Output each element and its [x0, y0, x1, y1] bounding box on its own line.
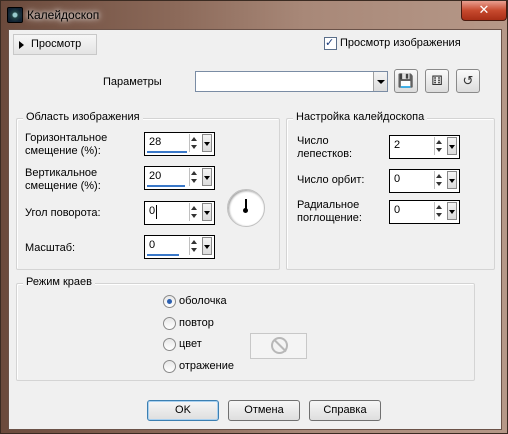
h-offset-value: 28 [149, 136, 162, 148]
preview-toggle-label: Просмотр [31, 38, 82, 50]
rotation-label: Угол поворота: [25, 207, 101, 219]
cancel-button[interactable]: Отмена [228, 400, 300, 421]
edge-label-shell: оболочка [179, 295, 227, 307]
petals-label-line2: лепестков: [297, 148, 353, 160]
scale-value: 0 [149, 239, 156, 251]
image-area-title: Область изображения [23, 111, 143, 123]
rotation-dial[interactable] [227, 189, 265, 227]
radial-value: 0 [394, 204, 401, 216]
radial-label: Радиальное [297, 199, 360, 211]
h-offset-bar [147, 151, 187, 153]
scale-label: Масштаб: [25, 242, 76, 254]
title-bar: Калейдоскоп ✕ [1, 1, 507, 29]
app-icon [7, 7, 23, 23]
dial-center [243, 208, 248, 213]
reset-preset-button[interactable]: ↺ [456, 69, 480, 93]
floppy-disk-icon: 💾 [397, 73, 415, 88]
scale-bar [147, 254, 179, 256]
disabled-icon [271, 337, 288, 354]
dialog-client-area: Просмотр Просмотр изображения Параметры … [8, 29, 502, 430]
edge-radio-repeat[interactable] [163, 317, 176, 330]
v-offset-spinner[interactable]: 20 [144, 166, 215, 190]
edge-color-swatch[interactable] [250, 333, 307, 359]
edge-label-reflect: отражение [179, 360, 234, 372]
h-offset-label-line2: смещение (%): [25, 145, 101, 157]
v-offset-up-down[interactable] [189, 168, 200, 186]
window-title: Калейдоскоп [27, 8, 100, 22]
reset-icon: ↺ [462, 73, 474, 88]
scale-up-down[interactable] [189, 237, 200, 255]
presets-dropdown-arrow-icon[interactable] [373, 72, 387, 91]
orbits-up-down[interactable] [434, 171, 445, 189]
preview-image-label: Просмотр изображения [340, 37, 461, 49]
edge-label-color: цвет [179, 338, 202, 350]
close-button[interactable]: ✕ [461, 1, 507, 21]
orbits-spinner[interactable]: 0 [389, 169, 460, 193]
rotation-dropdown-icon[interactable] [202, 203, 212, 221]
dice-icon: ⚅ [431, 73, 443, 88]
scale-spinner[interactable]: 0 [144, 235, 215, 259]
radial-dropdown-icon[interactable] [447, 202, 457, 220]
orbits-value: 0 [394, 173, 401, 185]
rotation-value: 0 [149, 205, 156, 217]
orbits-dropdown-icon[interactable] [447, 171, 457, 189]
rotation-up-down[interactable] [189, 203, 200, 221]
v-offset-label: Вертикальное [25, 167, 98, 179]
radial-spinner[interactable]: 0 [389, 200, 460, 224]
save-preset-button[interactable]: 💾 [394, 69, 418, 93]
v-offset-bar [147, 185, 185, 187]
edge-radio-shell[interactable] [163, 295, 176, 308]
rotation-spinner[interactable]: 0 [144, 201, 215, 225]
petals-up-down[interactable] [434, 137, 445, 155]
presets-label: Параметры [103, 76, 162, 88]
help-button[interactable]: Справка [309, 400, 381, 421]
h-offset-label: Горизонтальное [25, 132, 108, 144]
v-offset-dropdown-icon[interactable] [202, 168, 212, 186]
edge-radio-color[interactable] [163, 338, 176, 351]
preview-image-checkbox[interactable] [324, 36, 337, 50]
edge-mode-title: Режим краев [23, 276, 95, 288]
radial-label-line2: поглощение: [297, 212, 362, 224]
presets-combo[interactable] [195, 71, 388, 92]
petals-dropdown-icon[interactable] [447, 137, 457, 155]
edge-label-repeat: повтор [179, 317, 214, 329]
petals-value: 2 [394, 139, 401, 151]
edge-radio-reflect[interactable] [163, 360, 176, 373]
randomize-button[interactable]: ⚅ [425, 69, 449, 93]
kaleidoscope-settings-title: Настройка калейдоскопа [293, 111, 428, 123]
h-offset-spinner[interactable]: 28 [144, 132, 215, 156]
radial-up-down[interactable] [434, 202, 445, 220]
kaleidoscope-dialog: Калейдоскоп ✕ Просмотр Просмотр изображе… [0, 0, 508, 434]
text-caret [156, 205, 157, 219]
petals-label: Число [297, 135, 329, 147]
v-offset-label-line2: смещение (%): [25, 180, 101, 192]
expand-arrow-icon [19, 41, 24, 49]
orbits-label: Число орбит: [297, 174, 365, 186]
scale-dropdown-icon[interactable] [202, 237, 212, 255]
petals-spinner[interactable]: 2 [389, 135, 460, 159]
edge-mode-group: Режим краев [16, 276, 475, 381]
ok-button[interactable]: OK [147, 400, 219, 421]
preview-toggle-button[interactable]: Просмотр [13, 34, 97, 55]
h-offset-dropdown-icon[interactable] [202, 134, 212, 152]
h-offset-up-down[interactable] [189, 134, 200, 152]
v-offset-value: 20 [149, 170, 162, 182]
